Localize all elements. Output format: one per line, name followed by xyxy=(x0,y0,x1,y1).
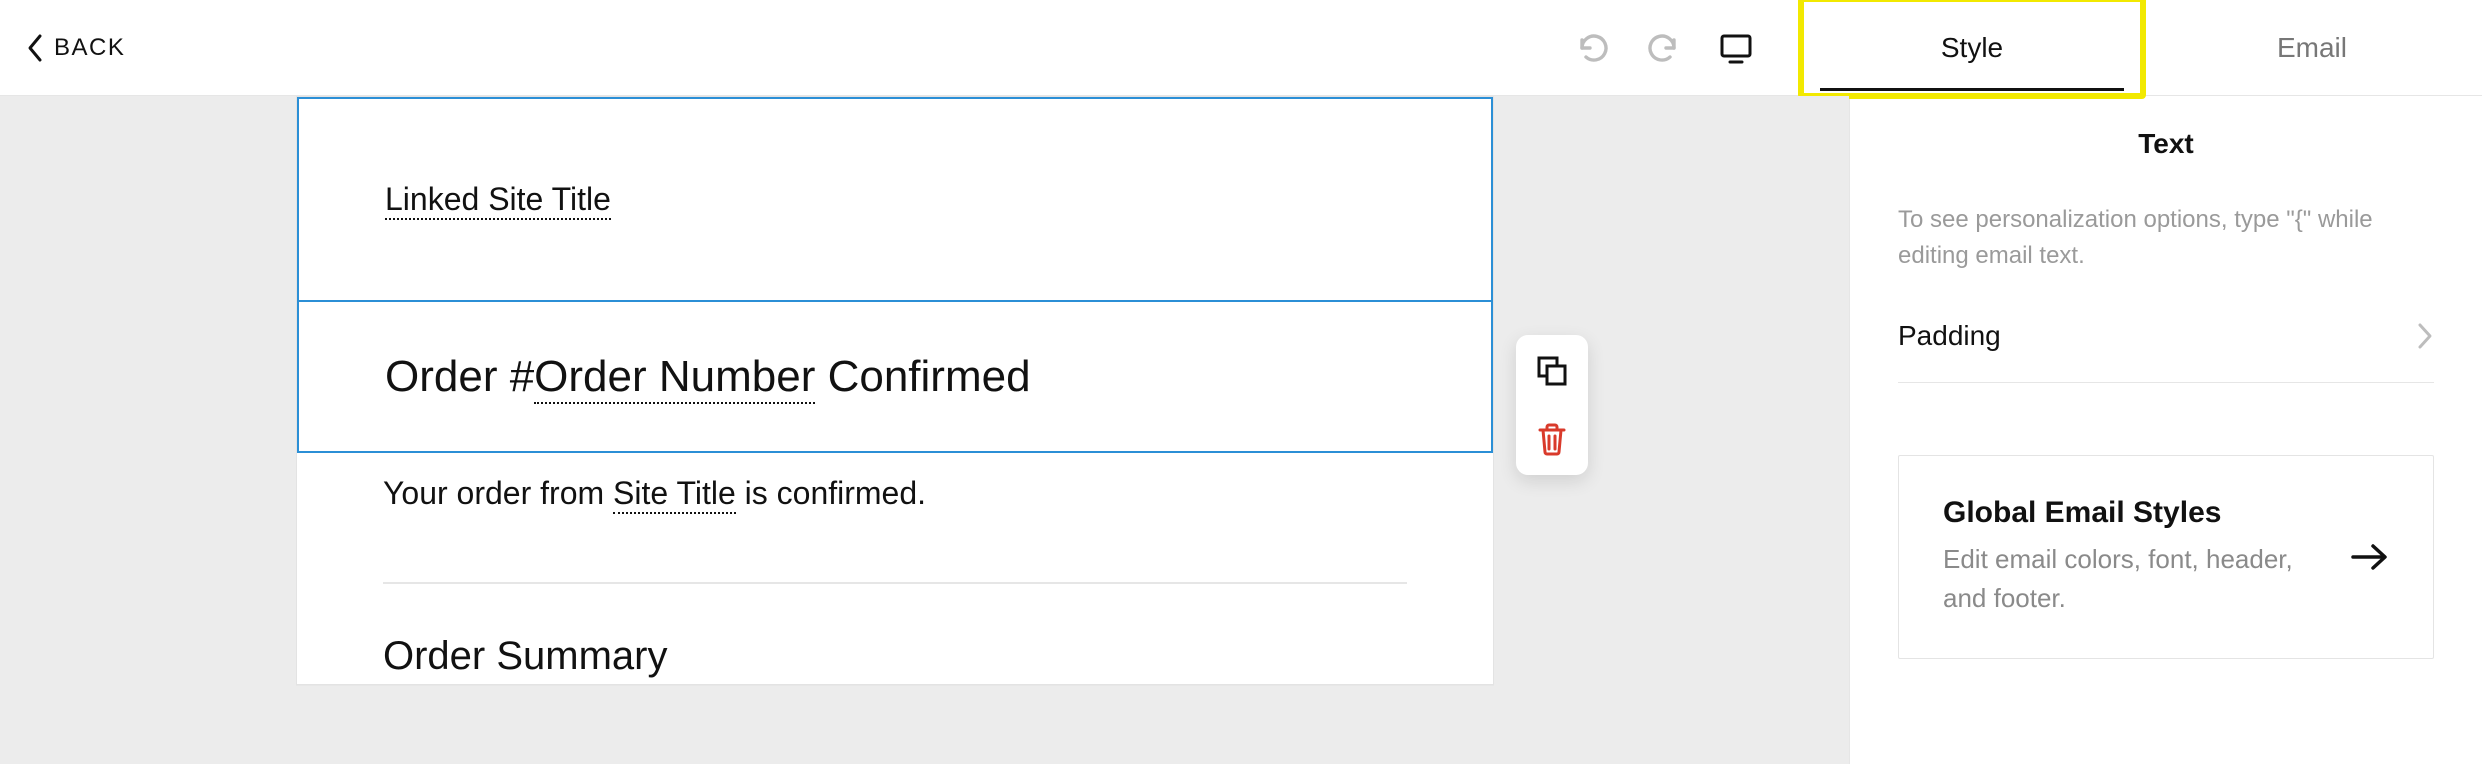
global-card-title: Global Email Styles xyxy=(1943,496,2323,530)
back-label: BACK xyxy=(54,34,125,62)
order-summary-heading[interactable]: Order Summary xyxy=(297,584,1493,684)
personalization-hint: To see personalization options, type "{"… xyxy=(1898,202,2434,274)
selected-block-group[interactable]: Linked Site Title Order #Order Number Co… xyxy=(297,97,1493,453)
tab-group: Style Email xyxy=(1802,0,2482,95)
block-actions xyxy=(1516,335,1588,475)
trash-icon xyxy=(1536,422,1568,456)
site-title-block[interactable]: Linked Site Title xyxy=(299,99,1491,300)
topbar: BACK Style Emai xyxy=(0,0,2482,96)
order-summary-label: Order Summary xyxy=(383,634,668,678)
desktop-icon xyxy=(1716,28,1756,68)
body-prefix: Your order from xyxy=(383,475,613,511)
order-heading-prefix: Order # xyxy=(385,352,534,401)
order-number-tag[interactable]: Order Number xyxy=(534,352,815,404)
order-heading-suffix: Confirmed xyxy=(815,352,1030,401)
workspace: Linked Site Title Order #Order Number Co… xyxy=(0,96,2482,764)
back-button[interactable]: BACK xyxy=(0,33,125,63)
global-card-texts: Global Email Styles Edit email colors, f… xyxy=(1943,496,2323,618)
body-suffix: is confirmed. xyxy=(736,475,926,511)
body-text-block[interactable]: Your order from Site Title is confirmed. xyxy=(297,453,1493,552)
tab-style[interactable]: Style xyxy=(1802,0,2142,95)
redo-icon xyxy=(1644,28,1684,68)
canvas-pane: Linked Site Title Order #Order Number Co… xyxy=(0,96,1849,764)
chevron-right-icon xyxy=(2416,322,2434,350)
undo-icon xyxy=(1572,28,1612,68)
padding-label: Padding xyxy=(1898,320,2001,352)
duplicate-icon xyxy=(1535,354,1569,388)
delete-button[interactable] xyxy=(1530,417,1574,461)
site-title-tag[interactable]: Site Title xyxy=(613,475,736,514)
tab-style-label: Style xyxy=(1941,32,2003,64)
global-email-styles-card[interactable]: Global Email Styles Edit email colors, f… xyxy=(1898,455,2434,659)
order-heading-block[interactable]: Order #Order Number Confirmed xyxy=(299,300,1491,452)
email-card: Linked Site Title Order #Order Number Co… xyxy=(296,96,1494,685)
sidebar-heading: Text xyxy=(1898,128,2434,160)
topbar-right: Style Email xyxy=(1556,0,2482,95)
sidebar: Text To see personalization options, typ… xyxy=(1849,96,2482,764)
padding-row[interactable]: Padding xyxy=(1898,314,2434,383)
arrow-right-icon xyxy=(2351,542,2389,572)
linked-site-title-tag[interactable]: Linked Site Title xyxy=(385,181,611,220)
duplicate-button[interactable] xyxy=(1530,349,1574,393)
global-card-subtitle: Edit email colors, font, header, and foo… xyxy=(1943,540,2323,618)
redo-button[interactable] xyxy=(1628,12,1700,84)
desktop-preview-button[interactable] xyxy=(1700,12,1772,84)
tab-email[interactable]: Email xyxy=(2142,0,2482,95)
chevron-left-icon xyxy=(26,33,46,63)
tab-email-label: Email xyxy=(2277,32,2347,64)
undo-button[interactable] xyxy=(1556,12,1628,84)
